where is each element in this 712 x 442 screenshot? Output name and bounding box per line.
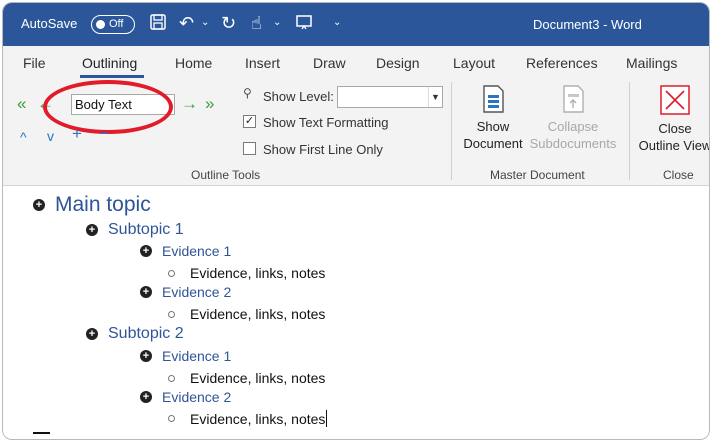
redo-icon[interactable]: ↻	[221, 13, 236, 33]
collapse-subdocuments-icon	[563, 85, 584, 113]
promote-to-heading1-icon[interactable]: «	[17, 95, 26, 113]
body-text-bullet-icon	[168, 269, 175, 277]
show-level-label: Show Level:	[263, 89, 334, 104]
title-bar: AutoSave Off ↶ ⌄ ↻ ☝ ⌄ ⌄ Document3 - Wor…	[3, 3, 709, 46]
close-icon	[660, 85, 690, 115]
outline-body-text-content: Evidence, links, notes	[190, 410, 326, 427]
tab-draw[interactable]: Draw	[313, 55, 346, 71]
document-title: Document3 - Word	[533, 17, 642, 32]
tab-mailings[interactable]: Mailings	[626, 55, 677, 71]
present-icon[interactable]	[295, 13, 313, 35]
collapse-label-2: Subdocuments	[529, 136, 617, 151]
expand-plus-icon[interactable]: +	[140, 245, 152, 257]
show-level-dropdown[interactable]: ▼	[337, 86, 443, 108]
show-document-label-2: Document	[463, 136, 523, 151]
show-level-icon: ⚲	[243, 86, 252, 100]
group-divider	[451, 82, 452, 180]
tab-file[interactable]: File	[23, 55, 46, 71]
outline-heading3[interactable]: + Evidence 2	[140, 389, 231, 405]
close-outline-view-button[interactable]: Close Outline View	[637, 84, 710, 154]
collapse-label-1: Collapse	[547, 119, 599, 134]
touch-dropdown-icon[interactable]: ⌄	[273, 17, 281, 28]
demote-to-body-text-icon[interactable]: »	[205, 95, 214, 113]
save-icon[interactable]	[149, 13, 167, 35]
outline-heading3-text: Evidence 1	[162, 348, 232, 364]
show-document-icon	[483, 85, 504, 113]
show-document-label-1: Show	[476, 119, 510, 134]
outline-tools-group-label: Outline Tools	[191, 168, 261, 182]
move-down-icon[interactable]: v	[47, 127, 54, 145]
autosave-label: AutoSave	[21, 16, 78, 31]
demote-icon[interactable]: →	[181, 95, 198, 113]
outline-heading3[interactable]: + Evidence 1	[140, 243, 231, 259]
tab-layout[interactable]: Layout	[453, 55, 495, 71]
outline-heading3[interactable]: + Evidence 1	[140, 348, 231, 364]
text-cursor	[326, 410, 328, 427]
show-first-line-only-label[interactable]: Show First Line Only	[263, 142, 383, 157]
outline-heading2[interactable]: + Subtopic 2	[86, 325, 184, 343]
word-window: AutoSave Off ↶ ⌄ ↻ ☝ ⌄ ⌄ Document3 - Wor…	[2, 2, 710, 440]
outline-document[interactable]: + Main topic + Subtopic 1 + Evidence 1 E…	[3, 186, 709, 439]
outline-body-text-content: Evidence, links, notes	[190, 265, 326, 281]
outline-heading2-text: Subtopic 2	[108, 325, 184, 342]
expand-plus-icon[interactable]: +	[140, 286, 152, 298]
outline-body-text[interactable]: Evidence, links, notes	[168, 370, 325, 386]
tab-references[interactable]: References	[526, 55, 598, 71]
expand-plus-icon[interactable]: +	[86, 224, 98, 236]
show-document-button[interactable]: Show Document	[459, 84, 527, 152]
show-first-line-only-checkbox[interactable]	[243, 142, 256, 155]
tab-home[interactable]: Home	[175, 55, 212, 71]
outline-body-text[interactable]: Evidence, links, notes	[168, 306, 325, 322]
chevron-down-icon[interactable]: ▼	[428, 87, 442, 107]
outline-body-text[interactable]: Evidence, links, notes	[168, 410, 328, 427]
tab-design[interactable]: Design	[376, 55, 420, 71]
group-divider	[629, 82, 630, 180]
expand-plus-icon[interactable]: +	[140, 391, 152, 403]
master-document-group-label: Master Document	[490, 168, 585, 182]
outline-heading3-text: Evidence 1	[162, 243, 232, 259]
show-text-formatting-checkbox[interactable]: ✓	[243, 115, 256, 128]
outline-heading3[interactable]: + Evidence 2	[140, 284, 231, 300]
outline-heading2[interactable]: + Subtopic 1	[86, 221, 184, 239]
body-text-bullet-icon	[168, 310, 175, 318]
outline-body-text-content: Evidence, links, notes	[190, 370, 326, 386]
outline-heading3-text: Evidence 2	[162, 284, 232, 300]
undo-dropdown-icon[interactable]: ⌄	[201, 17, 209, 28]
outline-body-text-content: Evidence, links, notes	[190, 306, 326, 322]
close-label-2: Outline View	[638, 138, 710, 153]
move-up-icon[interactable]: ^	[20, 128, 27, 146]
tab-outlining[interactable]: Outlining	[82, 55, 137, 71]
body-text-bullet-icon	[168, 415, 175, 422]
toggle-knob	[96, 20, 105, 29]
close-label-1: Close	[658, 121, 692, 136]
customize-qat-icon[interactable]: ⌄	[333, 17, 341, 28]
close-group-label: Close	[663, 168, 694, 182]
outline-body-text[interactable]: Evidence, links, notes	[168, 265, 325, 281]
body-text-bullet-icon	[168, 374, 175, 382]
outline-heading1-text: Main topic	[55, 193, 151, 216]
outline-heading1[interactable]: + Main topic	[33, 193, 151, 217]
autosave-toggle-label: Off	[109, 18, 124, 30]
autosave-toggle[interactable]: Off	[91, 15, 135, 34]
show-text-formatting-label[interactable]: Show Text Formatting	[263, 115, 388, 130]
ribbon: « ← Body Text → » ^ v + − ⚲ Show Level: …	[3, 78, 709, 186]
undo-icon[interactable]: ↶	[179, 13, 194, 33]
end-of-document-mark	[33, 432, 50, 434]
outline-heading3-text: Evidence 2	[162, 389, 232, 405]
expand-plus-icon[interactable]: +	[140, 350, 152, 362]
expand-plus-icon[interactable]: +	[33, 199, 45, 211]
collapse-icon[interactable]: −	[99, 125, 109, 143]
collapse-subdocuments-button[interactable]: Collapse Subdocuments	[526, 84, 620, 152]
touch-mode-icon[interactable]: ☝	[251, 13, 262, 33]
expand-plus-icon[interactable]: +	[86, 328, 98, 340]
ribbon-tabs: File Outlining Home Insert Draw Design L…	[3, 46, 709, 78]
expand-icon[interactable]: +	[72, 125, 82, 143]
tab-insert[interactable]: Insert	[245, 55, 280, 71]
outline-heading2-text: Subtopic 1	[108, 221, 184, 238]
